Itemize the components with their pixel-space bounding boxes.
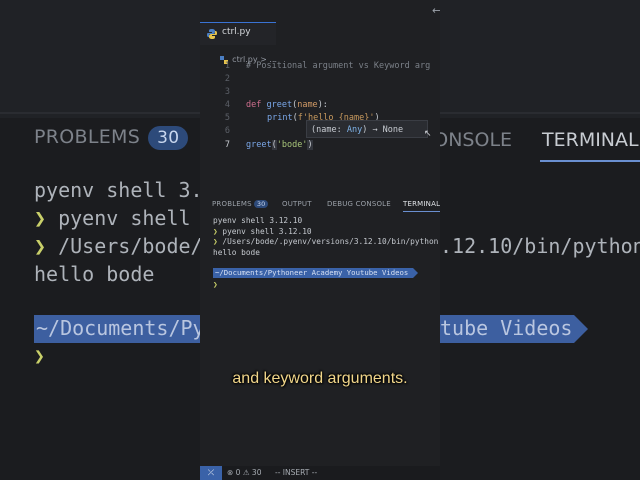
background-prompt-icon: ❯ [34,346,45,367]
line-number: 2 [224,74,230,84]
status-bar: ⤫ ⊗ 0 ⚠ 30 -- INSERT -- [200,466,440,480]
panel-title-area [200,0,440,22]
powerline-arrow [413,268,418,278]
hover-return: ) → None [362,125,404,135]
function-name: greet [266,100,293,110]
line-number: 3 [224,87,230,97]
code-line-7: greet('bode') [246,140,313,150]
terminal-tab-underline [403,211,440,212]
background-problems-label: PROBLEMS [34,126,141,148]
mouse-pointer-icon: ↖ [424,129,432,139]
background-line-3b: .12.10/bin/python "/ [440,234,640,258]
parameter: name [297,100,318,110]
code-line-1: # Positional argument vs Keyword arg [246,61,431,71]
background-problems-tab: PROBLEMS 30 [34,126,189,150]
file-tab-ctrl-py[interactable]: ctrl.py [200,22,276,45]
problems-badge: 30 [253,200,269,208]
background-problems-badge: 30 [148,126,189,150]
terminal-line-3-text: /Users/bode/.pyenv/versions/3.12.10/bin/… [217,237,440,246]
background-line-2: ❯ pyenv shell [34,206,191,230]
background-line-3: ❯ /Users/bode/ [34,234,203,258]
background-line-4: hello bode [34,262,155,286]
hover-type: Any [346,125,363,135]
problems-status[interactable]: ⊗ 0 ⚠ 30 [227,468,261,477]
function-call: greet [246,140,272,150]
background-terminal-underline [540,160,640,162]
panel-tabs: PROBLEMS 30 OUTPUT DEBUG CONSOLE TERMINAL [200,196,440,212]
tab-problems[interactable]: PROBLEMS 30 [212,200,269,208]
code-line-4: def greet(name): [246,100,328,110]
tab-output[interactable]: OUTPUT [282,200,312,208]
line-number: 4 [224,100,230,110]
background-powerline-left: ~/Documents/Py [36,316,205,340]
signature-hover: (name: Any) → None [306,120,428,138]
terminal-line-2-text: pyenv shell 3.12.10 [217,227,312,236]
background-line-2-text: pyenv shell [58,206,191,230]
python-file-icon [207,29,217,39]
terminal-input-prompt[interactable]: ❯ [213,280,218,289]
terminal-output: hello bode [213,248,260,257]
keyword-def: def [246,100,262,110]
line-number: 5 [224,113,230,123]
background-powerline-arrow [574,315,588,343]
terminal-line-3: ❯ /Users/bode/.pyenv/versions/3.12.10/bi… [213,237,440,246]
background-prompt-icon: ❯ [34,234,47,258]
vim-mode-status: -- INSERT -- [275,468,318,477]
background-terminal-tab: TERMINAL [542,129,639,151]
remote-icon[interactable]: ⤫ [200,466,222,480]
background-prompt-icon: ❯ [34,206,47,230]
vscode-panel: ← ctrl.py ctrl.py > ... 1 2 3 4 5 6 7 # … [200,0,440,480]
tab-terminal[interactable]: TERMINAL [403,200,440,208]
file-tab-label: ctrl.py [222,27,251,37]
hover-param: (name: [311,125,347,135]
terminal-line-2: ❯ pyenv shell 3.12.10 [213,227,312,236]
video-caption: and keyword arguments. [232,370,408,387]
back-arrow-icon[interactable]: ← [432,4,440,17]
tab-debug-console[interactable]: DEBUG CONSOLE [327,200,391,208]
background-line-1: pyenv shell 3. [34,178,203,202]
terminal-line-1: pyenv shell 3.12.10 [213,216,303,225]
tab-problems-label: PROBLEMS [212,200,252,208]
background-line-3-text: /Users/bode/ [58,234,203,258]
line-number: 7 [224,140,230,150]
string-arg: 'bode' [276,140,308,150]
line-number: 1 [224,61,230,71]
line-number: 6 [224,126,230,136]
print-call: print [267,113,293,123]
background-powerline-right: tube Videos [440,316,573,340]
powerline-cwd: ~/Documents/Pythoneer Academy Youtube Vi… [215,268,409,277]
